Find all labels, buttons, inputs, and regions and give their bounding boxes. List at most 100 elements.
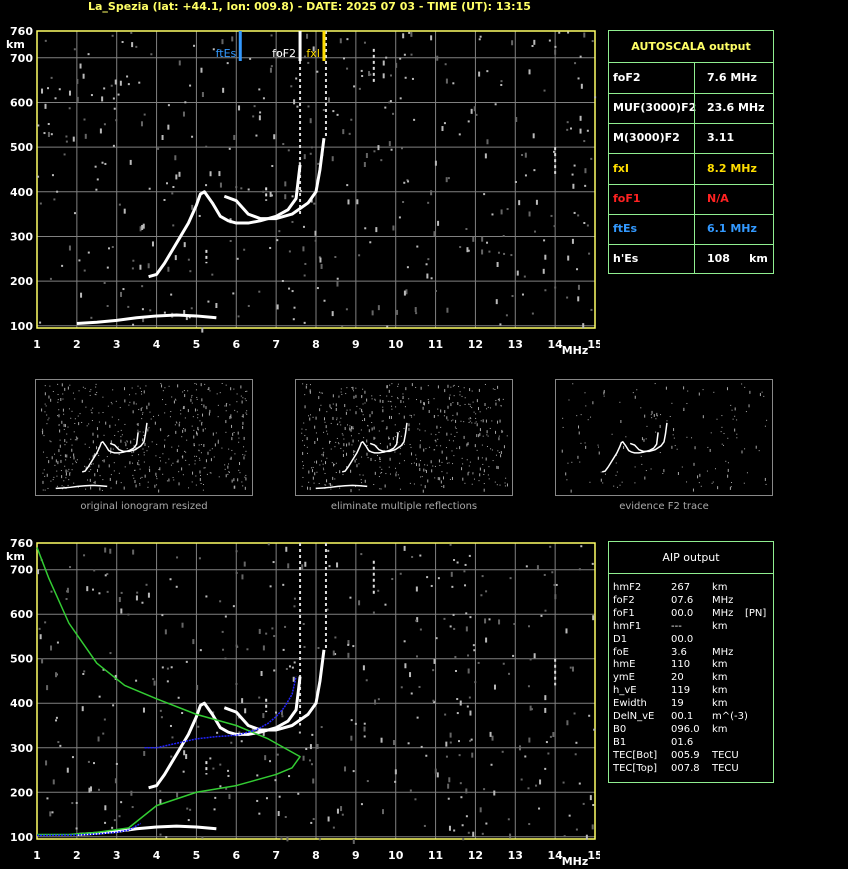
noise-dot bbox=[397, 474, 399, 476]
noise-dot bbox=[592, 615, 595, 621]
noise-dot bbox=[205, 459, 207, 463]
noise-dot bbox=[166, 480, 168, 482]
noise-dot bbox=[68, 107, 71, 110]
noise-dot bbox=[215, 432, 217, 434]
noise-dot bbox=[137, 429, 139, 431]
noise-dot bbox=[314, 230, 317, 236]
noise-dot bbox=[57, 394, 59, 396]
noise-dot bbox=[616, 471, 618, 473]
noise-dot bbox=[469, 388, 471, 392]
noise-dot bbox=[209, 171, 212, 177]
noise-dot bbox=[354, 722, 357, 725]
noise-dot bbox=[404, 663, 407, 669]
noise-dot bbox=[758, 450, 760, 452]
noise-dot bbox=[44, 411, 46, 413]
aip-value: 119 bbox=[671, 685, 691, 697]
noise-dot bbox=[237, 431, 239, 435]
noise-dot bbox=[115, 762, 118, 765]
noise-dot bbox=[429, 446, 431, 448]
noise-dot bbox=[382, 73, 385, 79]
noise-dot bbox=[645, 438, 647, 440]
noise-dot bbox=[660, 414, 662, 416]
noise-dot bbox=[50, 590, 53, 593]
noise-dot bbox=[327, 816, 330, 822]
noise-dot bbox=[255, 134, 258, 137]
noise-dot bbox=[233, 388, 235, 390]
noise-dot bbox=[370, 457, 372, 461]
noise-dot bbox=[110, 84, 113, 87]
noise-dot bbox=[47, 123, 50, 126]
noise-dot bbox=[88, 446, 90, 448]
noise-dot bbox=[71, 410, 73, 412]
noise-dot bbox=[464, 482, 466, 484]
noise-dot bbox=[114, 778, 117, 784]
noise-dot bbox=[428, 410, 430, 414]
noise-dot bbox=[143, 113, 146, 116]
noise-dot bbox=[133, 477, 135, 479]
noise-dot bbox=[597, 446, 599, 448]
noise-dot bbox=[452, 385, 454, 387]
noise-dot bbox=[459, 405, 461, 407]
noise-dot bbox=[579, 115, 582, 121]
noise-dot bbox=[219, 763, 222, 766]
noise-dot bbox=[456, 712, 459, 715]
noise-dot bbox=[744, 386, 746, 388]
noise-dot bbox=[61, 485, 63, 487]
noise-dot bbox=[78, 259, 81, 262]
noise-dot bbox=[386, 426, 388, 430]
noise-dot bbox=[336, 113, 339, 116]
noise-dot bbox=[203, 443, 205, 447]
noise-dot bbox=[434, 290, 437, 293]
noise-dot bbox=[141, 393, 143, 395]
noise-dot bbox=[53, 198, 56, 201]
noise-dot bbox=[150, 418, 152, 420]
noise-dot bbox=[114, 424, 116, 426]
noise-dot bbox=[447, 405, 449, 409]
noise-dot bbox=[449, 625, 452, 628]
noise-dot bbox=[186, 439, 188, 441]
noise-dot bbox=[399, 572, 402, 575]
noise-dot bbox=[182, 407, 184, 409]
noise-dot bbox=[73, 48, 76, 51]
noise-dot bbox=[323, 417, 325, 421]
noise-dot bbox=[95, 188, 98, 191]
noise-dot bbox=[234, 453, 236, 455]
noise-dot bbox=[44, 621, 47, 624]
noise-dot bbox=[178, 482, 180, 486]
autoscala-value: 6.1 MHz bbox=[707, 222, 757, 235]
noise-dot bbox=[403, 53, 406, 56]
noise-dot bbox=[55, 672, 58, 678]
noise-dot bbox=[468, 465, 470, 467]
noise-dot bbox=[287, 563, 290, 569]
noise-dot bbox=[554, 594, 557, 600]
noise-dot bbox=[106, 266, 109, 269]
noise-dot bbox=[398, 477, 400, 479]
noise-dot bbox=[547, 752, 550, 755]
noise-dot bbox=[390, 401, 392, 403]
noise-dot bbox=[128, 404, 130, 406]
noise-dot bbox=[721, 415, 723, 417]
noise-dot bbox=[471, 483, 473, 485]
noise-dot bbox=[121, 41, 124, 44]
noise-dot bbox=[271, 164, 274, 167]
noise-dot bbox=[133, 438, 135, 440]
noise-dot bbox=[549, 545, 552, 548]
noise-dot bbox=[302, 465, 304, 467]
noise-dot bbox=[379, 457, 381, 461]
x-tick-label: 7 bbox=[272, 849, 280, 862]
noise-dot bbox=[350, 469, 352, 473]
noise-dot bbox=[351, 387, 353, 389]
autoscala-value: 7.6 MHz bbox=[707, 71, 757, 84]
noise-dot bbox=[452, 613, 455, 616]
noise-dot bbox=[497, 398, 499, 400]
noise-dot bbox=[483, 469, 485, 473]
noise-dot bbox=[293, 99, 296, 105]
noise-dot bbox=[201, 327, 204, 333]
noise-dot bbox=[290, 85, 293, 88]
noise-dot bbox=[303, 444, 305, 446]
noise-dot bbox=[231, 479, 233, 483]
noise-dot bbox=[118, 815, 121, 818]
noise-dot bbox=[142, 448, 144, 450]
noise-dot bbox=[496, 484, 498, 486]
noise-dot bbox=[471, 407, 473, 409]
